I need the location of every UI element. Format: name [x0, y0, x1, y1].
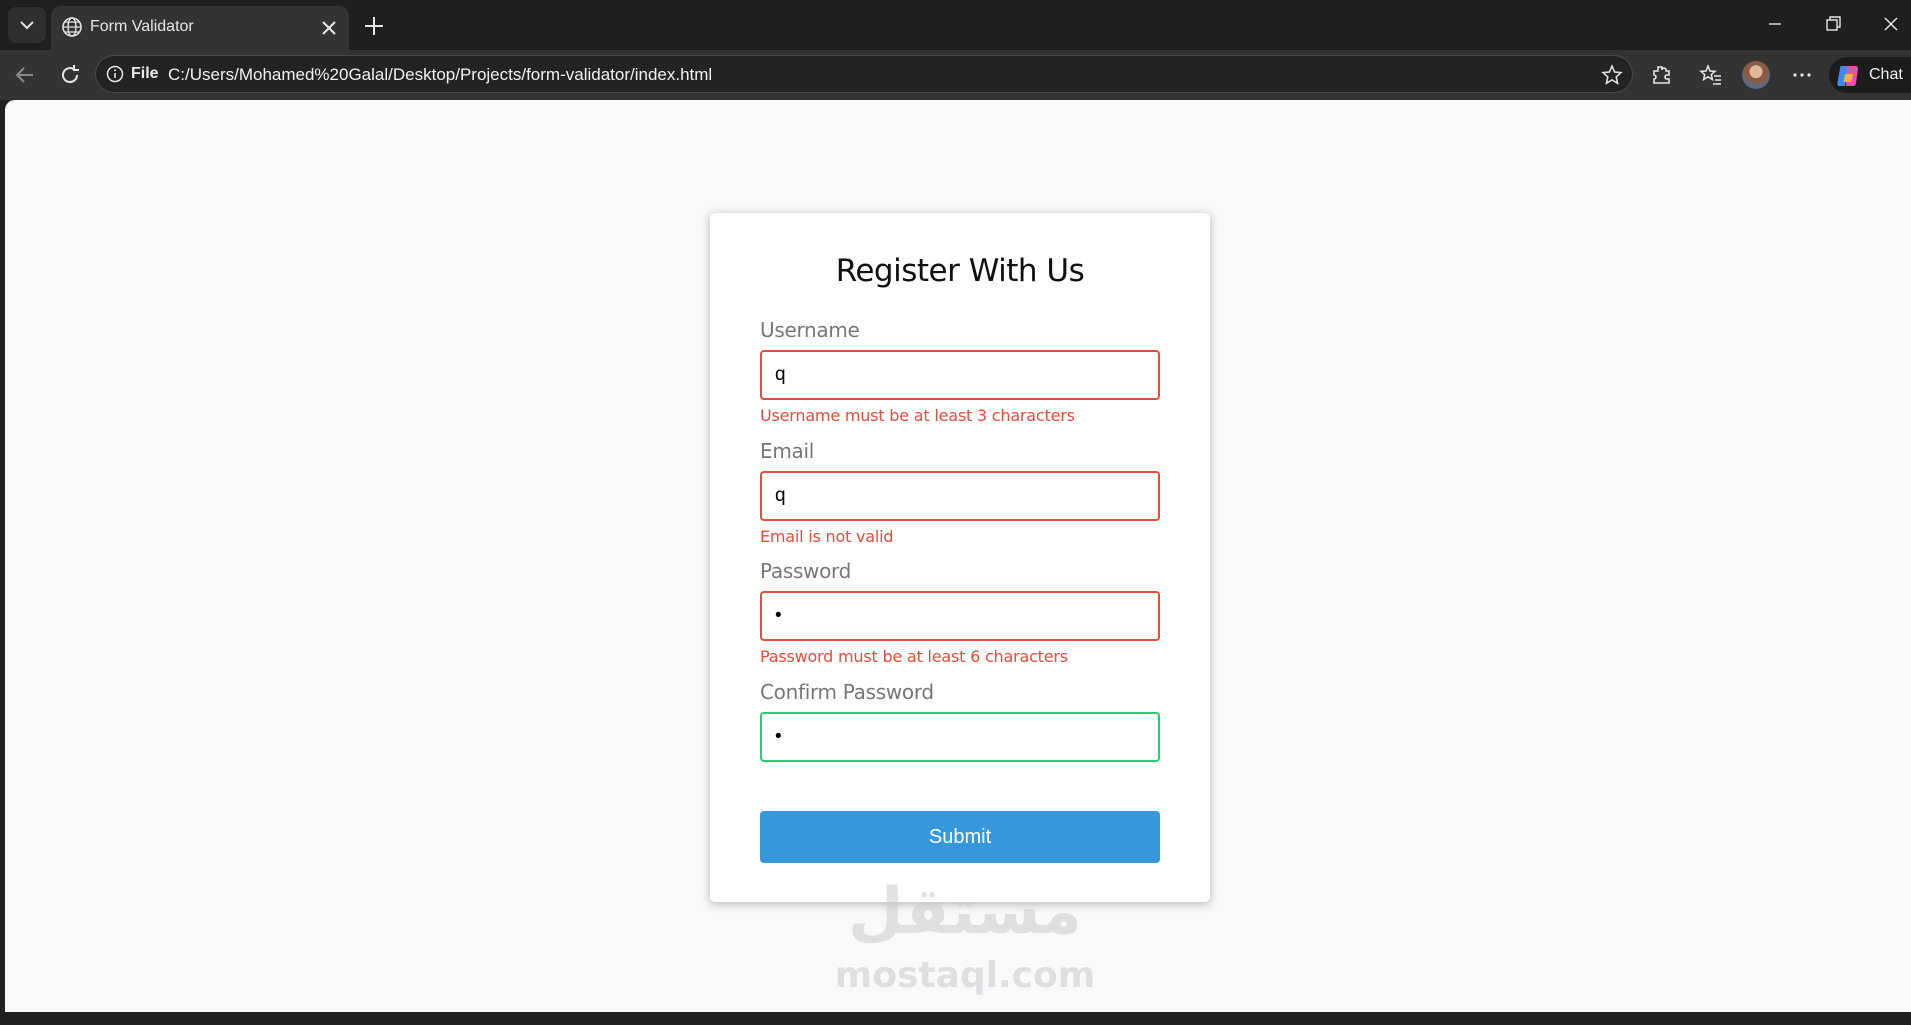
form-heading: Register With Us — [835, 253, 1085, 289]
confirm-password-input[interactable]: • — [760, 712, 1160, 762]
password-input[interactable]: • — [760, 591, 1160, 641]
restore-icon[interactable] — [1823, 14, 1843, 34]
address-bar[interactable]: File C:/Users/Mohamed%20Galal/Desktop/Pr… — [95, 55, 1633, 93]
email-label: Email — [760, 439, 814, 463]
profile-avatar[interactable] — [1742, 61, 1770, 89]
confirm-password-label: Confirm Password — [760, 680, 934, 704]
new-tab-icon[interactable] — [362, 14, 386, 38]
tab-list-button[interactable] — [8, 7, 46, 43]
close-tab-icon[interactable] — [319, 18, 339, 38]
mostaql-watermark: مستقل mostaql.com — [815, 875, 1115, 1025]
active-tab[interactable]: Form Validator — [51, 6, 349, 50]
chat-label: Chat — [1869, 66, 1903, 83]
tab-title: Form Validator — [90, 18, 194, 35]
password-label: Password — [760, 559, 852, 583]
browser-toolbar: File C:/Users/Mohamed%20Galal/Desktop/Pr… — [0, 50, 1911, 100]
close-window-icon[interactable] — [1881, 14, 1901, 34]
email-input[interactable]: q — [760, 471, 1160, 521]
reload-icon[interactable] — [58, 63, 82, 87]
username-error: Username must be at least 3 characters — [760, 406, 1075, 425]
tab-strip: Form Validator — [0, 0, 1911, 50]
watermark-latin: mostaql.com — [834, 955, 1096, 996]
watermark-arabic: مستقل — [847, 875, 1083, 949]
chevron-down-icon — [20, 21, 34, 30]
register-form-card: Register With Us Username q Username mus… — [710, 213, 1210, 902]
info-icon[interactable] — [106, 65, 124, 83]
more-options-icon[interactable] — [1790, 63, 1814, 87]
favorite-star-icon[interactable] — [1601, 64, 1623, 86]
minimize-icon[interactable] — [1765, 14, 1785, 34]
password-error: Password must be at least 6 characters — [760, 647, 1068, 666]
email-error: Email is not valid — [760, 527, 894, 546]
extensions-icon[interactable] — [1649, 63, 1673, 87]
copilot-icon — [1837, 66, 1858, 86]
username-label: Username — [760, 318, 860, 342]
back-arrow-icon[interactable] — [13, 63, 37, 87]
username-input[interactable]: q — [760, 350, 1160, 400]
address-scheme: File — [131, 65, 159, 82]
globe-icon — [62, 17, 82, 37]
submit-button[interactable]: Submit — [760, 811, 1160, 863]
address-url[interactable]: C:/Users/Mohamed%20Galal/Desktop/Project… — [168, 65, 712, 85]
page-viewport: Register With Us Username q Username mus… — [5, 100, 1911, 1012]
favorites-icon[interactable] — [1699, 63, 1723, 87]
copilot-chat-button[interactable]: Chat — [1829, 57, 1911, 93]
